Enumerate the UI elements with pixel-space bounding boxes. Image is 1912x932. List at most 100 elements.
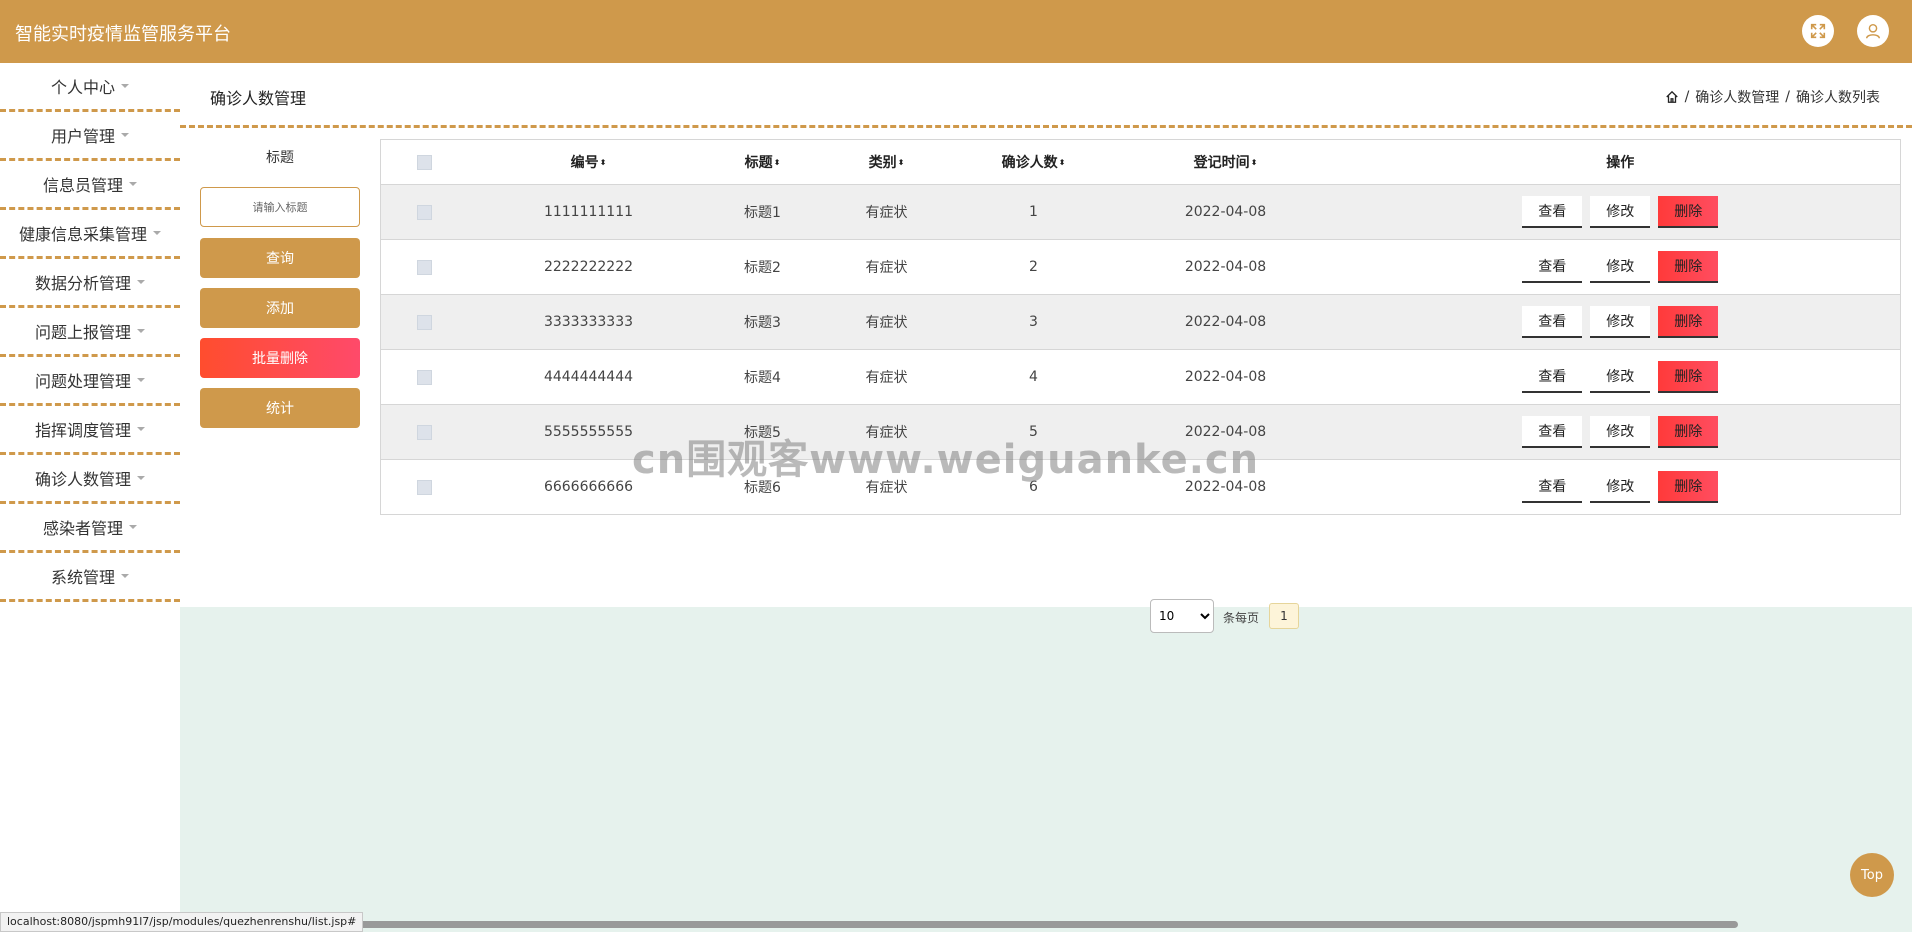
view-button[interactable]: 查看	[1522, 416, 1583, 448]
caret-down-icon	[137, 280, 145, 284]
view-button[interactable]: 查看	[1522, 471, 1583, 503]
sort-icon: ⬍	[1058, 158, 1066, 167]
row-checkbox[interactable]	[417, 259, 433, 275]
select-all-checkbox[interactable]	[417, 154, 433, 170]
col-label: 编号	[570, 155, 599, 171]
edit-button[interactable]: 修改	[1590, 471, 1651, 503]
caret-down-icon	[137, 476, 145, 480]
sidebar-item-label: 系统管理	[50, 568, 115, 587]
view-button[interactable]: 查看	[1522, 306, 1583, 338]
row-select-cell	[380, 184, 469, 240]
main-content: 确诊人数管理 / 确诊人数管理 / 确诊人数列表 标题 查询 添加 批量删除 统…	[180, 63, 1912, 932]
delete-button[interactable]: 删除	[1658, 306, 1719, 338]
sidebar-item-label: 个人中心	[50, 78, 115, 97]
sidebar-item-informants[interactable]: 信息员管理	[0, 161, 180, 210]
add-button[interactable]: 添加	[200, 288, 360, 328]
view-button[interactable]: 查看	[1522, 361, 1583, 393]
delete-button[interactable]: 删除	[1658, 471, 1719, 503]
breadcrumb-item[interactable]: 确诊人数管理	[1695, 87, 1779, 107]
page-size-select[interactable]: 10	[1150, 599, 1214, 633]
col-category[interactable]: 类别⬍	[816, 139, 957, 185]
back-to-top-button[interactable]: Top	[1850, 853, 1894, 897]
user-icon[interactable]	[1857, 15, 1889, 47]
caret-down-icon	[121, 574, 129, 578]
row-checkbox[interactable]	[417, 424, 433, 440]
sidebar-item-confirmed-count[interactable]: 确诊人数管理	[0, 455, 180, 504]
sidebar-item-label: 问题处理管理	[34, 372, 131, 391]
stats-button[interactable]: 统计	[200, 388, 360, 428]
cell-count: 1	[956, 184, 1111, 240]
col-date[interactable]: 登记时间⬍	[1110, 139, 1341, 185]
watermark: cn围观客www.weiguanke.cn	[632, 437, 1260, 483]
cell-category: 有症状	[816, 349, 957, 405]
cell-ops: 查看 修改 删除	[1340, 459, 1901, 515]
app-title: 智能实时疫情监管服务平台	[15, 24, 231, 45]
cell-title: 标题2	[708, 239, 817, 295]
row-select-cell	[380, 459, 469, 515]
row-checkbox[interactable]	[417, 204, 433, 220]
delete-button[interactable]: 删除	[1658, 196, 1719, 228]
sidebar-item-users[interactable]: 用户管理	[0, 112, 180, 161]
col-title[interactable]: 标题⬍	[708, 139, 817, 185]
view-button[interactable]: 查看	[1522, 196, 1583, 228]
cell-count: 3	[956, 294, 1111, 350]
col-label: 确诊人数	[1001, 155, 1058, 171]
col-id[interactable]: 编号⬍	[468, 139, 709, 185]
edit-button[interactable]: 修改	[1590, 251, 1651, 283]
edit-button[interactable]: 修改	[1590, 361, 1651, 393]
cell-date: 2022-04-08	[1110, 294, 1341, 350]
sidebar-item-dispatch[interactable]: 指挥调度管理	[0, 406, 180, 455]
sidebar-item-personal-center[interactable]: 个人中心	[0, 63, 180, 112]
query-button[interactable]: 查询	[200, 238, 360, 278]
delete-button[interactable]: 删除	[1658, 251, 1719, 283]
cell-id: 2222222222	[468, 239, 709, 295]
sort-icon: ⬍	[897, 158, 905, 167]
scrollbar-thumb[interactable]	[330, 921, 1738, 928]
table-row: 1111111111 标题1 有症状 1 2022-04-08 查看 修改 删除	[380, 184, 1901, 240]
search-label: 标题	[266, 150, 294, 166]
delete-button[interactable]: 删除	[1658, 361, 1719, 393]
row-checkbox[interactable]	[417, 479, 433, 495]
content-header: 确诊人数管理 / 确诊人数管理 / 确诊人数列表	[180, 63, 1912, 128]
page-number-button[interactable]: 1	[1269, 603, 1299, 629]
sidebar-item-issue-report[interactable]: 问题上报管理	[0, 308, 180, 357]
sidebar-item-data-analysis[interactable]: 数据分析管理	[0, 259, 180, 308]
cell-id: 4444444444	[468, 349, 709, 405]
edit-button[interactable]: 修改	[1590, 306, 1651, 338]
sort-icon: ⬍	[599, 158, 607, 167]
breadcrumb-separator: /	[1684, 89, 1690, 105]
expand-icon[interactable]	[1802, 15, 1834, 47]
table-row: 4444444444 标题4 有症状 4 2022-04-08 查看 修改 删除	[380, 349, 1901, 405]
status-bar-url: localhost:8080/jspmh91l7/jsp/modules/que…	[0, 912, 364, 932]
row-checkbox[interactable]	[417, 314, 433, 330]
cell-id: 1111111111	[468, 184, 709, 240]
cell-count: 4	[956, 349, 1111, 405]
edit-button[interactable]: 修改	[1590, 196, 1651, 228]
breadcrumb-separator: /	[1785, 89, 1790, 105]
caret-down-icon	[121, 84, 129, 88]
batch-delete-button[interactable]: 批量删除	[200, 338, 360, 378]
row-select-cell	[380, 404, 469, 460]
caret-down-icon	[137, 427, 145, 431]
edit-button[interactable]: 修改	[1590, 416, 1651, 448]
delete-button[interactable]: 删除	[1658, 416, 1719, 448]
view-button[interactable]: 查看	[1522, 251, 1583, 283]
sidebar-item-health-collection[interactable]: 健康信息采集管理	[0, 210, 180, 259]
cell-title: 标题4	[708, 349, 817, 405]
col-count[interactable]: 确诊人数⬍	[956, 139, 1111, 185]
sidebar-item-infected[interactable]: 感染者管理	[0, 504, 180, 553]
home-icon[interactable]	[1665, 90, 1679, 104]
caret-down-icon	[137, 378, 145, 382]
cell-date: 2022-04-08	[1110, 184, 1341, 240]
sidebar-item-issue-handling[interactable]: 问题处理管理	[0, 357, 180, 406]
sidebar-item-label: 数据分析管理	[34, 274, 131, 293]
row-checkbox[interactable]	[417, 369, 433, 385]
caret-down-icon	[153, 231, 161, 235]
sidebar-item-label: 指挥调度管理	[34, 421, 131, 440]
cell-date: 2022-04-08	[1110, 349, 1341, 405]
cell-category: 有症状	[816, 294, 957, 350]
cell-ops: 查看 修改 删除	[1340, 349, 1901, 405]
caret-down-icon	[129, 182, 137, 186]
search-input[interactable]	[200, 187, 360, 227]
sidebar-item-system[interactable]: 系统管理	[0, 553, 180, 602]
